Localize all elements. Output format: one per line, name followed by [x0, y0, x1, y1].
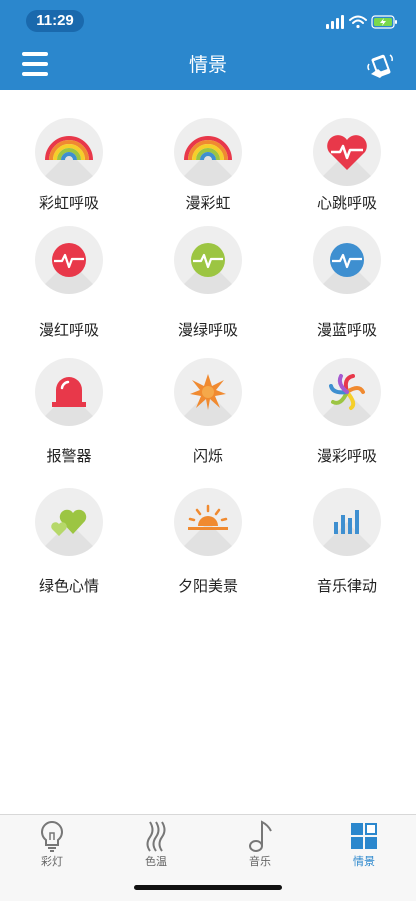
scene-item[interactable]: 报警器	[0, 358, 138, 468]
pulse-blue-icon	[330, 243, 364, 277]
wifi-icon	[349, 15, 367, 29]
scene-icon-circle	[174, 358, 242, 426]
page-title: 情景	[188, 54, 227, 76]
signal-icon	[326, 15, 344, 29]
scene-item[interactable]: 闪烁	[139, 358, 277, 468]
scene-label: 报警器	[46, 447, 92, 465]
color-swirl-icon	[329, 374, 365, 410]
scene-icon-circle	[35, 226, 103, 294]
tab-label: 彩灯	[41, 855, 63, 868]
scene-icon-circle	[313, 488, 381, 556]
scene-label: 音乐律动	[316, 577, 377, 595]
scene-item[interactable]: 漫彩呼吸	[278, 358, 416, 468]
scene-label: 心跳呼吸	[316, 194, 377, 212]
scene-grid-icon	[351, 823, 377, 849]
scene-label: 漫蓝呼吸	[316, 321, 377, 339]
battery-icon	[371, 15, 397, 29]
green-hearts-icon	[51, 509, 87, 536]
scene-label: 漫彩虹	[185, 194, 231, 212]
scene-item[interactable]: 漫绿呼吸	[139, 226, 277, 339]
scene-label: 彩虹呼吸	[38, 194, 99, 212]
scene-icon-circle	[35, 118, 103, 186]
home-indicator	[134, 885, 282, 890]
sunset-icon	[188, 504, 228, 530]
bulb-icon	[41, 820, 63, 852]
scene-icon-circle	[313, 226, 381, 294]
pulse-red-icon	[52, 243, 86, 277]
tab-lights[interactable]: 彩灯	[0, 815, 104, 875]
heat-waves-icon	[146, 821, 166, 852]
heartbeat-icon	[327, 135, 367, 170]
scene-icon-circle	[313, 358, 381, 426]
tab-color-temp[interactable]: 色温	[104, 815, 208, 875]
scene-icon-circle	[35, 358, 103, 426]
alarm-light-icon	[52, 377, 86, 407]
scene-icon-circle	[174, 226, 242, 294]
pulse-green-icon	[191, 243, 225, 277]
scene-item[interactable]: 夕阳美景	[139, 488, 277, 598]
status-bar: 11:29	[0, 0, 416, 44]
tab-scenes[interactable]: 情景	[312, 815, 416, 875]
music-bars-icon	[334, 510, 359, 534]
scene-item[interactable]: 漫红呼吸	[0, 226, 138, 339]
app-header: 11:29 情景	[0, 0, 416, 90]
rainbow-icon	[45, 136, 93, 161]
shake-phone-icon[interactable]	[366, 52, 394, 78]
tab-label: 情景	[353, 855, 375, 868]
scene-item[interactable]: 音乐律动	[278, 488, 416, 598]
scene-item[interactable]: 绿色心情	[0, 488, 138, 598]
scene-label: 漫红呼吸	[38, 321, 99, 339]
rainbow-icon	[184, 136, 232, 161]
scene-item[interactable]: 漫彩虹	[139, 118, 277, 228]
scene-label: 夕阳美景	[177, 577, 238, 595]
music-note-icon	[249, 820, 272, 852]
status-time: 11:29	[26, 10, 84, 32]
scene-label: 漫绿呼吸	[177, 321, 238, 339]
scene-item[interactable]: 漫蓝呼吸	[278, 226, 416, 339]
scene-label: 闪烁	[192, 447, 223, 465]
status-icons	[326, 15, 397, 29]
scene-item[interactable]: 心跳呼吸	[278, 118, 416, 228]
scene-icon-circle	[35, 488, 103, 556]
tab-label: 音乐	[249, 855, 271, 868]
tab-label: 色温	[145, 855, 167, 868]
scene-label: 绿色心情	[38, 577, 99, 595]
scene-icon-circle	[174, 118, 242, 186]
flash-star-icon	[190, 374, 226, 410]
scene-icon-circle	[313, 118, 381, 186]
scene-icon-circle	[174, 488, 242, 556]
tab-music[interactable]: 音乐	[208, 815, 312, 875]
scene-item[interactable]: 彩虹呼吸	[0, 118, 138, 228]
scene-label: 漫彩呼吸	[316, 447, 377, 465]
